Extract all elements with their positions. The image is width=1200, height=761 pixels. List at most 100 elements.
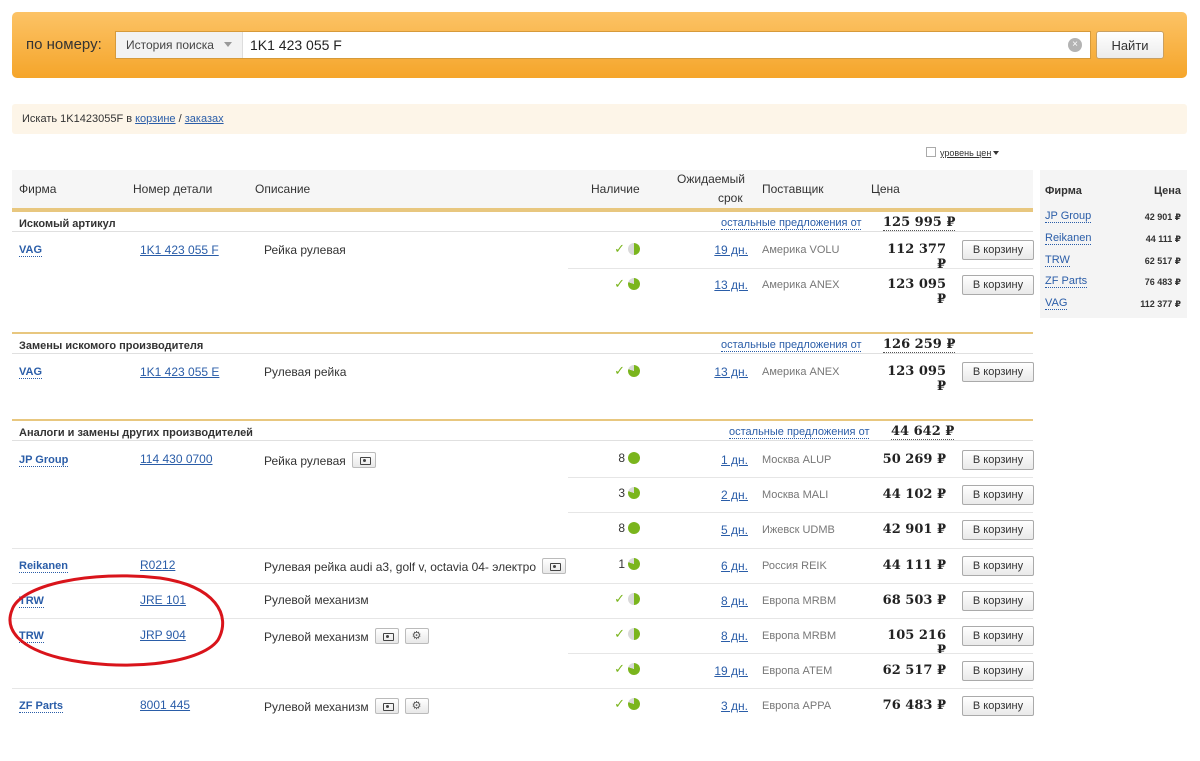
section-analogs: Аналоги и замены других производителей о… (12, 419, 1033, 441)
part-number-link[interactable]: JRE 101 (140, 593, 186, 607)
part-description: Рулевой механизм (264, 698, 429, 714)
other-offers-link[interactable]: остальные предложения от (721, 339, 862, 352)
search-history-dropdown[interactable]: История поиска (116, 32, 243, 58)
stock-pie-icon (628, 365, 640, 377)
table-row: ZF Parts 8001 445 Рулевой механизм ✓ 3 д… (12, 688, 1034, 723)
availability: ✓ (600, 241, 640, 257)
part-number-link[interactable]: 8001 445 (140, 698, 190, 712)
firm-link[interactable]: TRW (19, 595, 44, 608)
firm-link[interactable]: JP Group (19, 454, 69, 467)
check-icon: ✓ (614, 661, 625, 676)
side-firm-link[interactable]: Reikanen (1045, 232, 1092, 245)
add-to-cart-button[interactable]: В корзину (962, 485, 1034, 505)
stock-pie-icon (628, 698, 640, 710)
supplier: Америка ANEX (762, 366, 840, 378)
cart-link[interactable]: корзине (135, 113, 175, 125)
add-to-cart-button[interactable]: В корзину (962, 661, 1034, 681)
check-icon: ✓ (614, 241, 625, 256)
search-in-separator: / (175, 113, 185, 125)
other-offers-price: 126 259 ₽ (883, 337, 956, 353)
header-description: Описание (255, 182, 311, 196)
add-to-cart-button[interactable]: В корзину (962, 591, 1034, 611)
part-description: Рейка рулевая (264, 452, 376, 468)
delivery-term-link[interactable]: 8 дн. (698, 594, 748, 608)
firm-link[interactable]: VAG (19, 244, 43, 257)
supplier: Европа MRBM (762, 595, 837, 607)
firm-link[interactable]: TRW (19, 630, 44, 643)
header-price: Цена (871, 182, 900, 196)
side-price: 112 377 ₽ (1140, 299, 1181, 309)
availability: 3 (600, 486, 640, 500)
firm-link[interactable]: Reikanen (19, 560, 68, 573)
firm-link[interactable]: VAG (19, 366, 43, 379)
delivery-term-link[interactable]: 3 дн. (698, 699, 748, 713)
other-offers-price: 44 642 ₽ (891, 424, 955, 440)
chevron-down-icon (993, 151, 1000, 155)
side-price: 76 483 ₽ (1144, 277, 1181, 287)
header-part-number: Номер детали (133, 182, 213, 196)
delivery-term-link[interactable]: 19 дн. (698, 664, 748, 678)
table-row: JP Group 114 430 0700 Рейка рулевая 8 1 … (12, 442, 1034, 477)
delivery-term-link[interactable]: 1 дн. (698, 453, 748, 467)
side-header-firm: Фирма (1045, 185, 1082, 197)
header-availability: Наличие (591, 182, 640, 196)
gear-icon[interactable] (404, 698, 429, 714)
search-in-prefix: Искать 1K1423055F в (22, 113, 136, 125)
camera-icon[interactable] (374, 698, 399, 714)
delivery-term-link[interactable]: 13 дн. (698, 278, 748, 292)
other-offers-link[interactable]: остальные предложения от (729, 426, 870, 439)
table-row: Reikanen R0212 Рулевая рейка audi a3, go… (12, 548, 1034, 583)
clear-icon[interactable]: × (1068, 38, 1082, 52)
side-firm-link[interactable]: VAG (1045, 297, 1068, 310)
add-to-cart-button[interactable]: В корзину (962, 626, 1034, 646)
gear-icon[interactable] (404, 628, 429, 644)
check-icon: ✓ (614, 696, 625, 711)
part-number-link[interactable]: 1K1 423 055 E (140, 365, 219, 379)
price-level-toggle[interactable]: уровень цен (926, 147, 1000, 158)
search-box: История поиска × (115, 31, 1091, 59)
part-description: Рулевой механизм (264, 593, 369, 607)
part-description-text: Рулевой механизм (264, 700, 369, 714)
check-icon: ✓ (614, 626, 625, 641)
part-number-link[interactable]: 114 430 0700 (140, 452, 213, 466)
table-row: ✓ 19 дн. Европа ATEM 62 517 ₽ В корзину (12, 653, 1034, 688)
price: 76 483 ₽ (882, 698, 946, 713)
camera-icon[interactable] (351, 452, 376, 468)
orders-link[interactable]: заказах (185, 113, 224, 125)
add-to-cart-button[interactable]: В корзину (962, 450, 1034, 470)
add-to-cart-button[interactable]: В корзину (962, 275, 1034, 295)
add-to-cart-button[interactable]: В корзину (962, 240, 1034, 260)
search-button[interactable]: Найти (1096, 31, 1164, 59)
stock-pie-icon (628, 452, 640, 464)
delivery-term-link[interactable]: 19 дн. (698, 243, 748, 257)
delivery-term-link[interactable]: 5 дн. (698, 523, 748, 537)
supplier: Москва ALUP (762, 454, 832, 466)
part-description: Рулевая рейка (264, 365, 347, 379)
header-supplier: Поставщик (762, 182, 824, 196)
add-to-cart-button[interactable]: В корзину (962, 520, 1034, 540)
section-title: Аналоги и замены других производителей (19, 427, 253, 439)
delivery-term-link[interactable]: 6 дн. (698, 559, 748, 573)
camera-icon[interactable] (374, 628, 399, 644)
add-to-cart-button[interactable]: В корзину (962, 556, 1034, 576)
availability: 1 (600, 557, 640, 571)
other-offers-link[interactable]: остальные предложения от (721, 217, 862, 230)
add-to-cart-button[interactable]: В корзину (962, 362, 1034, 382)
section-requested-article: Искомый артикул остальные предложения от… (12, 210, 1033, 232)
part-number-link[interactable]: JRP 904 (140, 628, 186, 642)
add-to-cart-button[interactable]: В корзину (962, 696, 1034, 716)
delivery-term-link[interactable]: 2 дн. (698, 488, 748, 502)
part-number-link[interactable]: 1K1 423 055 F (140, 243, 219, 257)
firm-link[interactable]: ZF Parts (19, 700, 64, 713)
search-input[interactable] (250, 34, 1050, 56)
camera-icon[interactable] (542, 558, 567, 574)
search-in-text: Искать 1K1423055F в корзине / заказах (22, 113, 224, 125)
part-number-link[interactable]: R0212 (140, 558, 175, 572)
side-firm-link[interactable]: TRW (1045, 254, 1070, 267)
delivery-term-link[interactable]: 13 дн. (698, 365, 748, 379)
side-firm-link[interactable]: JP Group (1045, 210, 1092, 223)
price-level-checkbox[interactable] (926, 147, 936, 157)
side-firm-link[interactable]: ZF Parts (1045, 275, 1088, 288)
delivery-term-link[interactable]: 8 дн. (698, 629, 748, 643)
price-level-label[interactable]: уровень цен (940, 148, 991, 158)
